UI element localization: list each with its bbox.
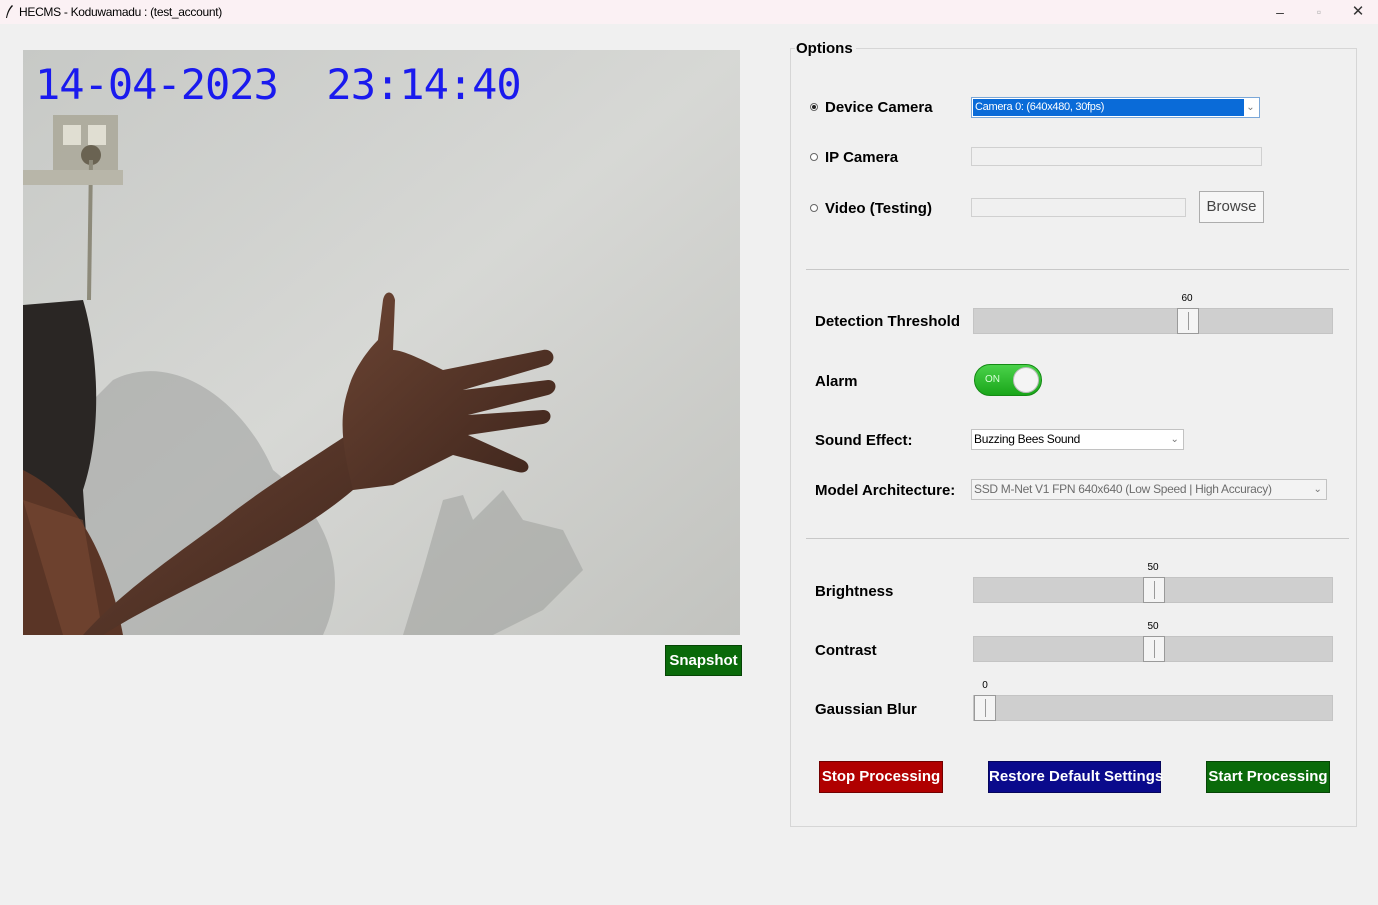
gaussian-blur-label: Gaussian Blur <box>815 701 917 718</box>
detection-threshold-slider[interactable] <box>973 308 1333 334</box>
gaussian-blur-value: 0 <box>982 680 988 691</box>
contrast-label: Contrast <box>815 642 877 659</box>
alarm-toggle[interactable]: ON <box>974 364 1042 396</box>
video-path-input[interactable] <box>971 198 1186 217</box>
feather-icon <box>6 5 13 18</box>
close-button[interactable]: ✕ <box>1343 2 1373 22</box>
browse-button[interactable]: Browse <box>1199 191 1264 223</box>
camera-select[interactable]: Camera 0: (640x480, 30fps) ⌄ <box>971 97 1260 118</box>
alarm-toggle-state: ON <box>985 374 1000 385</box>
restore-default-settings-button[interactable]: Restore Default Settings <box>988 761 1163 793</box>
options-group-label: Options <box>795 40 856 57</box>
model-architecture-select[interactable]: SSD M-Net V1 FPN 640x640 (Low Speed | Hi… <box>971 479 1327 500</box>
device-camera-label: Device Camera <box>825 99 933 116</box>
brightness-label: Brightness <box>815 583 894 600</box>
brightness-slider[interactable] <box>973 577 1333 603</box>
contrast-value: 50 <box>1147 621 1159 632</box>
model-architecture-value: SSD M-Net V1 FPN 640x640 (Low Speed | Hi… <box>974 482 1272 496</box>
separator <box>806 269 1349 270</box>
sound-effect-value: Buzzing Bees Sound <box>974 432 1081 446</box>
title-bar: HECMS - Koduwamadu : (test_account) – ▫ … <box>0 0 1378 24</box>
sound-effect-select[interactable]: Buzzing Bees Sound ⌄ <box>971 429 1184 450</box>
video-testing-radio[interactable] <box>810 204 818 212</box>
contrast-thumb[interactable] <box>1143 636 1165 662</box>
timestamp-overlay: 14-04-2023 23:14:40 <box>35 60 522 109</box>
camera-feed: 14-04-2023 23:14:40 <box>23 50 740 635</box>
ip-camera-input[interactable] <box>971 147 1262 166</box>
alarm-label: Alarm <box>815 373 858 390</box>
chevron-down-icon: ⌄ <box>1246 102 1255 113</box>
ip-camera-radio[interactable] <box>810 153 818 161</box>
snapshot-button[interactable]: Snapshot <box>665 645 742 676</box>
chevron-down-icon: ⌄ <box>1313 484 1322 495</box>
brightness-thumb[interactable] <box>1143 577 1165 603</box>
chevron-down-icon: ⌄ <box>1170 434 1179 445</box>
gaussian-blur-slider[interactable] <box>973 695 1333 721</box>
sound-effect-label: Sound Effect: <box>815 432 913 449</box>
minimize-button[interactable]: – <box>1265 2 1295 22</box>
detection-threshold-label: Detection Threshold <box>815 313 961 330</box>
maximize-button[interactable]: ▫ <box>1304 2 1334 22</box>
separator <box>806 538 1349 539</box>
start-processing-button[interactable]: Start Processing <box>1206 761 1330 793</box>
detection-threshold-thumb[interactable] <box>1177 308 1199 334</box>
gaussian-blur-thumb[interactable] <box>974 695 996 721</box>
camera-frame-image <box>23 50 740 635</box>
brightness-value: 50 <box>1147 562 1159 573</box>
camera-select-value: Camera 0: (640x480, 30fps) <box>973 99 1244 116</box>
model-architecture-label: Model Architecture: <box>815 482 956 499</box>
window-title: HECMS - Koduwamadu : (test_account) <box>19 5 222 19</box>
ip-camera-label: IP Camera <box>825 149 899 166</box>
video-testing-label: Video (Testing) <box>825 200 932 217</box>
contrast-slider[interactable] <box>973 636 1333 662</box>
device-camera-radio[interactable] <box>810 103 818 111</box>
stop-processing-button[interactable]: Stop Processing <box>819 761 943 793</box>
toggle-knob <box>1013 367 1039 393</box>
detection-threshold-value: 60 <box>1181 293 1193 304</box>
